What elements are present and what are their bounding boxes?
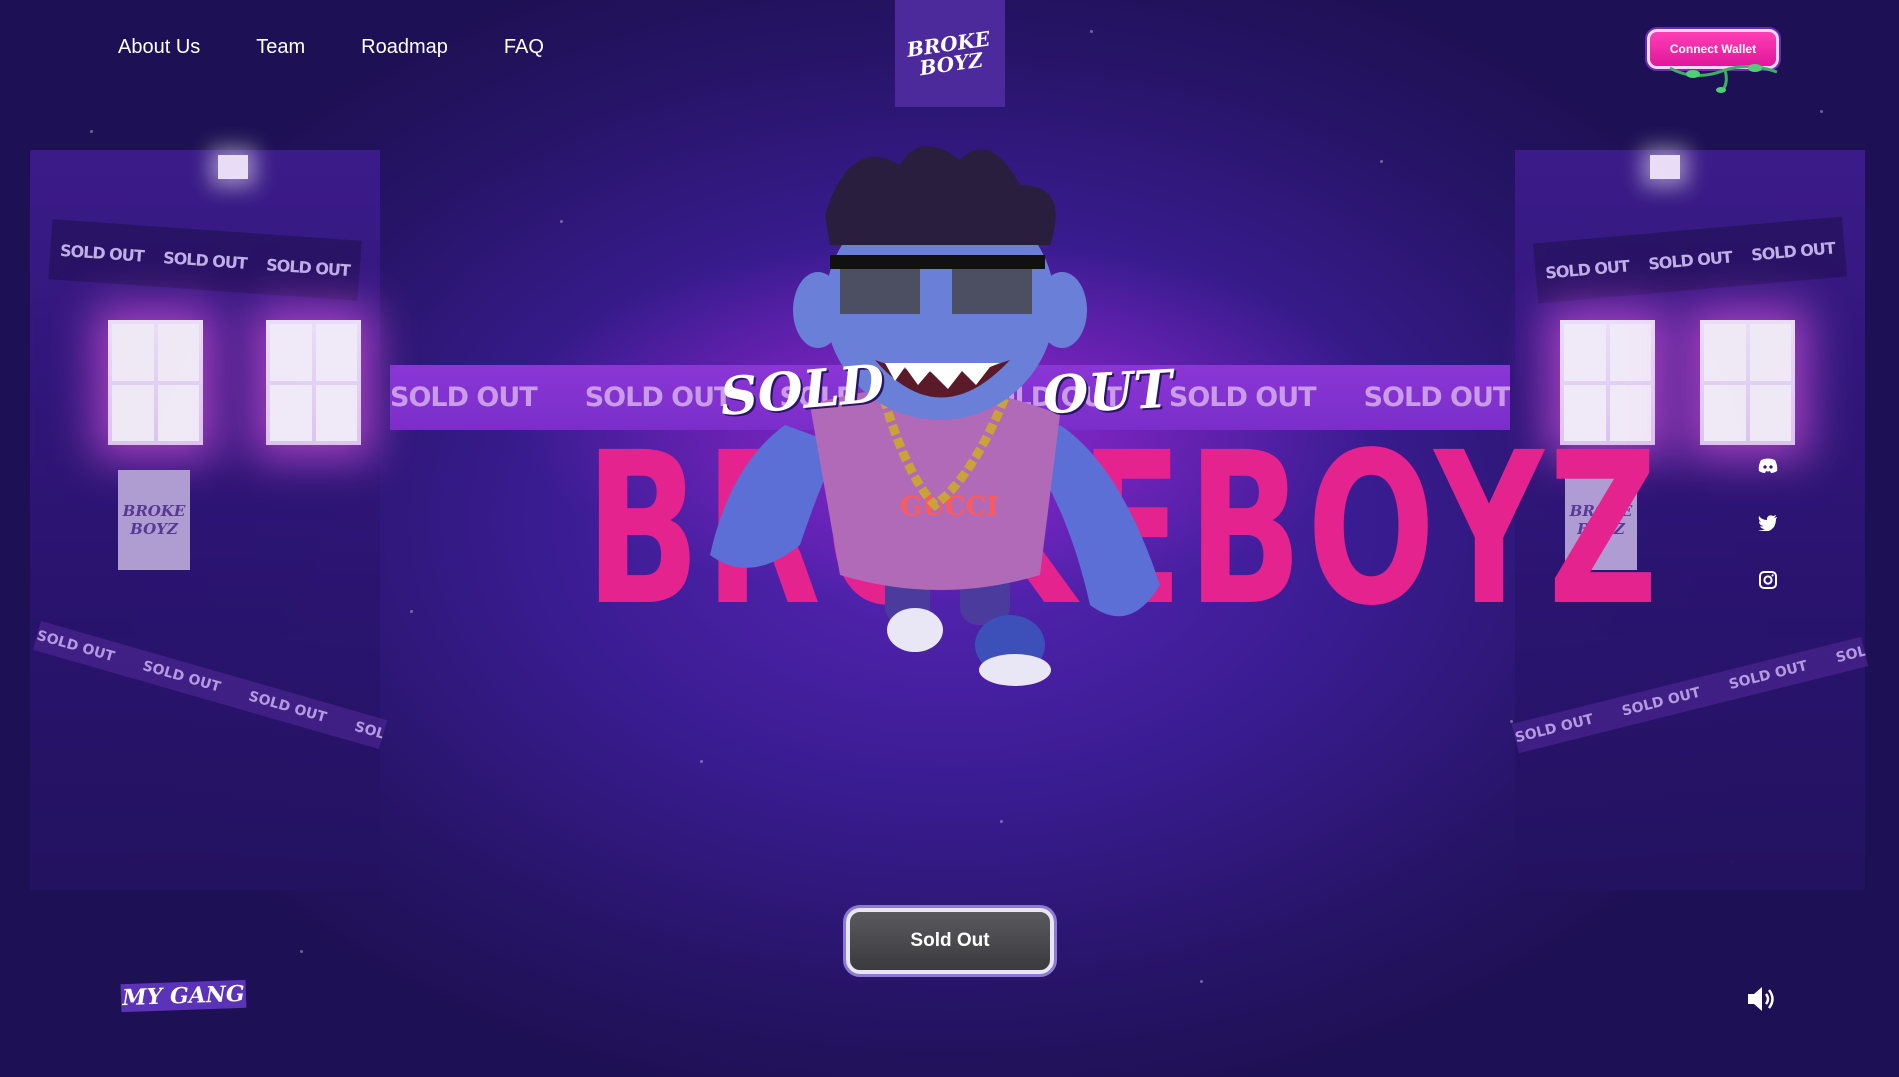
booth-sign-text: SOLD OUT (162, 247, 248, 273)
discord-icon[interactable] (1757, 456, 1779, 476)
lamp (1650, 155, 1680, 179)
vine-decoration (1669, 64, 1778, 94)
booth-poster: BROKE BOYZ (118, 470, 190, 570)
social-links (1757, 456, 1779, 590)
booth-window (266, 320, 361, 445)
my-gang-button[interactable]: MY GANG (120, 979, 247, 1013)
booth-sign-text: SOLD OUT (1647, 246, 1733, 274)
nav-faq[interactable]: FAQ (504, 36, 544, 59)
booth-window (1700, 320, 1795, 445)
sold-out-button[interactable]: Sold Out (846, 908, 1054, 974)
tape-text: SOLD OUT (390, 382, 538, 413)
out-word: OUT (1041, 358, 1174, 427)
booth-sign-text: SOLD OUT (59, 240, 145, 266)
booth-sign-text: SOLD OUT (1750, 237, 1836, 265)
sound-toggle-icon[interactable] (1746, 985, 1776, 1013)
police-box-left: SOLD OUT SOLD OUT SOLD OUT BROKE BOYZ (30, 150, 380, 890)
main-nav: About Us Team Roadmap FAQ (118, 36, 544, 59)
twitter-icon[interactable] (1757, 513, 1779, 533)
booth-sign: SOLD OUT SOLD OUT SOLD OUT (48, 219, 362, 301)
nav-about-us[interactable]: About Us (118, 36, 200, 59)
booth-sign: SOLD OUT SOLD OUT SOLD OUT (1532, 216, 1848, 304)
booth-window (108, 320, 203, 445)
nav-roadmap[interactable]: Roadmap (361, 36, 448, 59)
instagram-icon[interactable] (1757, 570, 1779, 590)
booth-sign-text: SOLD OUT (1544, 255, 1630, 283)
logo-text: BROKE BOYZ (906, 26, 994, 80)
booth-sign-text: SOLD OUT (265, 254, 351, 280)
site-logo[interactable]: BROKE BOYZ (895, 0, 1005, 107)
nav-team[interactable]: Team (256, 36, 305, 59)
lamp (218, 155, 248, 179)
